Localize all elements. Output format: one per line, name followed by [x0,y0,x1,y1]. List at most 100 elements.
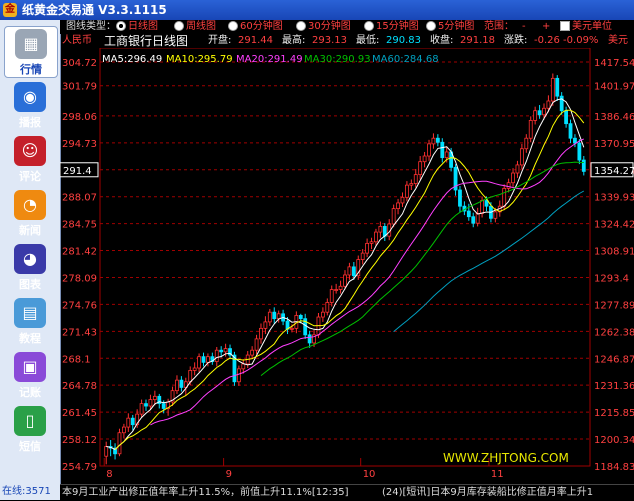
sidebar-item-7[interactable]: ▯ 短信 [4,404,56,454]
radio-15min[interactable]: 15分钟图 [364,20,419,34]
ma10-line [114,109,585,450]
candle-body [201,356,206,363]
usd-unit-checkbox[interactable]: 美元单位 [560,20,612,34]
sidebar-item-6[interactable]: ▣ 记账 [4,350,56,400]
app-title: 纸黄金交易通 V3.3.1115 [22,3,167,17]
range-plus-button[interactable]: + [542,20,550,34]
y-tick-label-left: 264.78 [62,381,97,392]
candle-body [511,172,515,184]
sidebar-item-5[interactable]: ▤ 教程 [4,296,56,346]
candle-body [236,368,241,383]
candle-body [343,274,347,287]
candle-body [573,137,577,144]
sidebar-item-label: 评论 [19,170,41,183]
candle-body [559,95,564,112]
candle-body [197,356,201,369]
radio-30min[interactable]: 30分钟图 [296,20,351,34]
y-tick-label-left: 284.75 [62,220,97,231]
y-tick-label-left: 274.76 [62,300,97,311]
candle-body [320,311,325,318]
radio-weekly[interactable]: 周线图 [174,20,216,34]
candle-body [130,417,135,426]
candle-body [577,142,582,161]
close-label: 收盘: [430,35,454,46]
candle-body [144,403,148,407]
broadcast-icon: ◉ [14,82,46,112]
radio-60min-label: 60分钟图 [240,21,283,32]
y-tick-label-right: 1308.91 [594,247,634,258]
candle-body [241,363,246,370]
radio-daily-label: 日线图 [128,21,158,32]
y-tick-label-right: 1386.46 [594,112,634,123]
radio-5min[interactable]: 5分钟图 [426,20,474,34]
candle-body [139,403,144,415]
radio-60min[interactable]: 60分钟图 [228,20,283,34]
candle-body [555,77,560,97]
candle-body [369,241,374,244]
candle-body [179,379,184,388]
candle-body [298,315,303,320]
y-tick-label-left: 271.43 [62,327,97,338]
pie-chart-icon: ◕ [14,244,46,274]
x-tick-label: 10 [363,469,376,480]
candle-body [206,356,210,363]
ticker-right-text: (24)[短讯]日本9月库存装船比修正值月率上升1 [382,487,594,498]
candle-body [466,210,471,218]
news-ticker[interactable]: 本9月工业产出修正值年率上升11.5%，前值上升11.1%[12:35] (24… [60,484,634,501]
radio-daily[interactable]: 日线图 [116,20,158,34]
candle-body [104,446,109,457]
candle-body [223,348,228,353]
candle-body [413,174,418,184]
candle-body [581,159,586,172]
title-bar: 金 纸黄金交易通 V3.3.1115 [0,0,634,20]
usd-unit-label: 美元单位 [572,21,612,32]
y-tick-label-left: 301.79 [62,82,97,93]
radio-dot-icon [116,21,126,31]
y-tick-label-right: 1215.85 [594,408,634,419]
y-tick-label-right: 1324.42 [594,220,634,231]
candle-body [524,137,529,150]
candle-body [263,321,268,329]
candle-body [254,338,259,351]
radio-15min-label: 15分钟图 [376,21,419,32]
y-tick-label-right: 1246.87 [594,354,634,365]
candle-body [418,161,423,176]
x-tick-label: 11 [491,469,504,480]
sidebar-item-0[interactable]: ▦ 行情 [4,26,58,78]
candle-body [250,349,255,356]
currency-left-label: 人民币 [62,35,92,46]
y-tick-label-left: 298.06 [62,112,97,123]
sidebar-item-3[interactable]: ◔ 新闻 [4,188,56,238]
candle-body [272,311,277,320]
sidebar-item-2[interactable]: ☺ 评论 [4,134,56,184]
candlestick-chart[interactable]: 304.72 1417.54 301.79 1401.97 298.06 1386.46 2… [60,48,634,484]
sidebar-item-4[interactable]: ◕ 图表 [4,242,56,292]
candle-body [533,110,538,121]
y-tick-label-left: 304.72 [62,58,97,69]
range-minus-button[interactable]: - [522,20,526,34]
sidebar-item-label: 行情 [20,63,42,76]
candle-body [409,183,414,186]
sidebar-item-1[interactable]: ◉ 播报 [4,80,56,130]
y-tick-label-right: 1184.83 [594,462,634,473]
y-tick-label-left: 261.45 [62,408,97,419]
candle-body [475,213,480,224]
ma-legend-item: MA30:290.93 [304,54,371,65]
change-value: -0.26 -0.09% [534,35,599,46]
x-tick-label: 9 [226,469,232,480]
candle-body [374,231,378,243]
ma-legend-item: MA60:284.68 [372,54,439,65]
book-icon: ▤ [14,298,46,328]
radio-weekly-label: 周线图 [186,21,216,32]
ma-legend-item: MA10:295.79 [166,54,233,65]
ma-legend-item: MA5:296.49 [102,54,162,65]
candle-body [542,107,546,116]
candle-body [325,302,330,313]
candle-body [290,327,294,330]
sidebar: ▦ 行情 ◉ 播报 ☺ 评论 ◔ 新闻 ◕ 图表 ▤ 教程 ▣ 记账 ▯ 短信 在线:3571 [0,20,61,500]
candle-body [365,243,370,254]
x-tick-label: 8 [106,469,112,480]
radio-30min-label: 30分钟图 [308,21,351,32]
candle-body [276,313,281,320]
radio-dot-icon [364,21,374,31]
